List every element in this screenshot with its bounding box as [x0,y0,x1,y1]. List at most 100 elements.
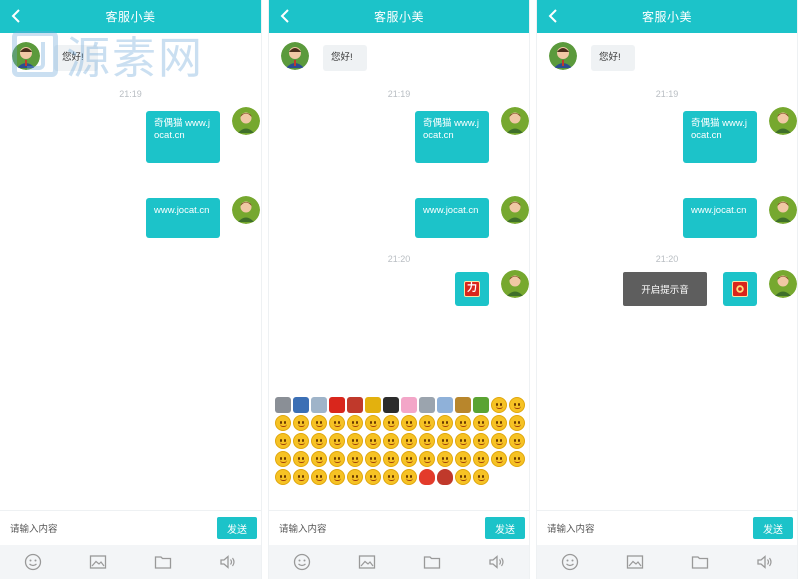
user-avatar[interactable] [769,196,797,224]
user-avatar[interactable] [501,107,529,135]
emoji-item[interactable] [329,415,345,431]
back-button[interactable] [9,8,23,24]
emoji-item[interactable] [293,397,309,413]
file-button[interactable] [152,551,174,573]
emoji-item[interactable] [365,415,381,431]
emoji-item[interactable] [419,469,435,485]
emoji-item[interactable] [401,397,417,413]
sound-button[interactable] [486,551,508,573]
emoji-item[interactable] [365,469,381,485]
emoji-item[interactable] [509,397,525,413]
emoji-item[interactable] [311,397,327,413]
emoji-item[interactable] [383,397,399,413]
send-button[interactable]: 发送 [485,517,525,539]
emoji-item[interactable] [455,469,471,485]
emoji-item[interactable] [293,415,309,431]
emoji-item[interactable] [455,415,471,431]
emoji-item[interactable] [383,451,399,467]
emoji-item[interactable] [437,433,453,449]
emoji-item[interactable] [311,451,327,467]
emoji-item[interactable] [329,397,345,413]
emoji-button[interactable] [291,551,313,573]
send-button[interactable]: 发送 [753,517,793,539]
image-button[interactable] [87,551,109,573]
emoji-item[interactable] [455,397,471,413]
user-avatar[interactable] [769,107,797,135]
image-button[interactable] [624,551,646,573]
emoji-item[interactable] [509,415,525,431]
emoji-item[interactable] [437,397,453,413]
emoji-item[interactable] [365,451,381,467]
sound-button[interactable] [217,551,239,573]
emoji-item[interactable] [401,469,417,485]
emoji-item[interactable] [473,451,489,467]
emoji-item[interactable] [491,451,507,467]
emoji-item[interactable] [509,433,525,449]
emoji-item[interactable] [473,433,489,449]
emoji-item[interactable] [275,451,291,467]
emoji-item[interactable] [383,415,399,431]
emoji-item[interactable] [419,451,435,467]
emoji-item[interactable] [347,469,363,485]
emoji-item[interactable] [347,397,363,413]
emoji-item[interactable] [329,451,345,467]
emoji-item[interactable] [473,397,489,413]
emoji-item[interactable] [383,469,399,485]
message-input[interactable] [547,520,737,538]
emoji-item[interactable] [293,469,309,485]
file-button[interactable] [421,551,443,573]
emoji-item[interactable] [419,433,435,449]
emoji-item[interactable] [455,433,471,449]
emoji-item[interactable] [509,451,525,467]
emoji-item[interactable] [275,397,291,413]
back-button[interactable] [546,8,560,24]
send-button[interactable]: 发送 [217,517,257,539]
user-avatar[interactable] [501,270,529,298]
user-avatar[interactable] [232,107,260,135]
emoji-item[interactable] [329,469,345,485]
emoji-item[interactable] [347,433,363,449]
emoji-item[interactable] [401,451,417,467]
sound-button[interactable] [754,551,776,573]
emoji-item[interactable] [437,469,453,485]
emoji-item[interactable] [365,433,381,449]
emoji-item[interactable] [401,415,417,431]
message-input[interactable] [279,520,469,538]
emoji-item[interactable] [491,397,507,413]
message-input[interactable] [10,520,200,538]
emoji-item[interactable] [311,469,327,485]
emoji-button[interactable] [22,551,44,573]
emoji-item[interactable] [437,451,453,467]
emoji-item[interactable] [365,397,381,413]
emoji-item[interactable] [275,433,291,449]
emoji-item[interactable] [347,415,363,431]
file-button[interactable] [689,551,711,573]
image-button[interactable] [356,551,378,573]
user-avatar[interactable] [769,270,797,298]
back-button[interactable] [278,8,292,24]
emoji-item[interactable] [455,451,471,467]
emoji-item[interactable] [491,415,507,431]
emoji-item[interactable] [311,415,327,431]
emoji-item[interactable] [347,451,363,467]
emoji-item[interactable] [491,433,507,449]
emoji-item[interactable] [419,397,435,413]
user-avatar[interactable] [232,196,260,224]
emoji-item[interactable] [311,433,327,449]
agent-avatar[interactable] [549,42,577,70]
emoji-item[interactable] [419,415,435,431]
emoji-item[interactable] [329,433,345,449]
emoji-item[interactable] [293,451,309,467]
agent-avatar[interactable] [281,42,309,70]
emoji-item[interactable] [401,433,417,449]
agent-avatar[interactable] [12,42,40,70]
emoji-item[interactable] [275,415,291,431]
emoji-item[interactable] [473,469,489,485]
user-avatar[interactable] [501,196,529,224]
emoji-item[interactable] [437,415,453,431]
emoji-button[interactable] [559,551,581,573]
emoji-item[interactable] [383,433,399,449]
emoji-item[interactable] [275,469,291,485]
emoji-item[interactable] [473,415,489,431]
emoji-item[interactable] [293,433,309,449]
